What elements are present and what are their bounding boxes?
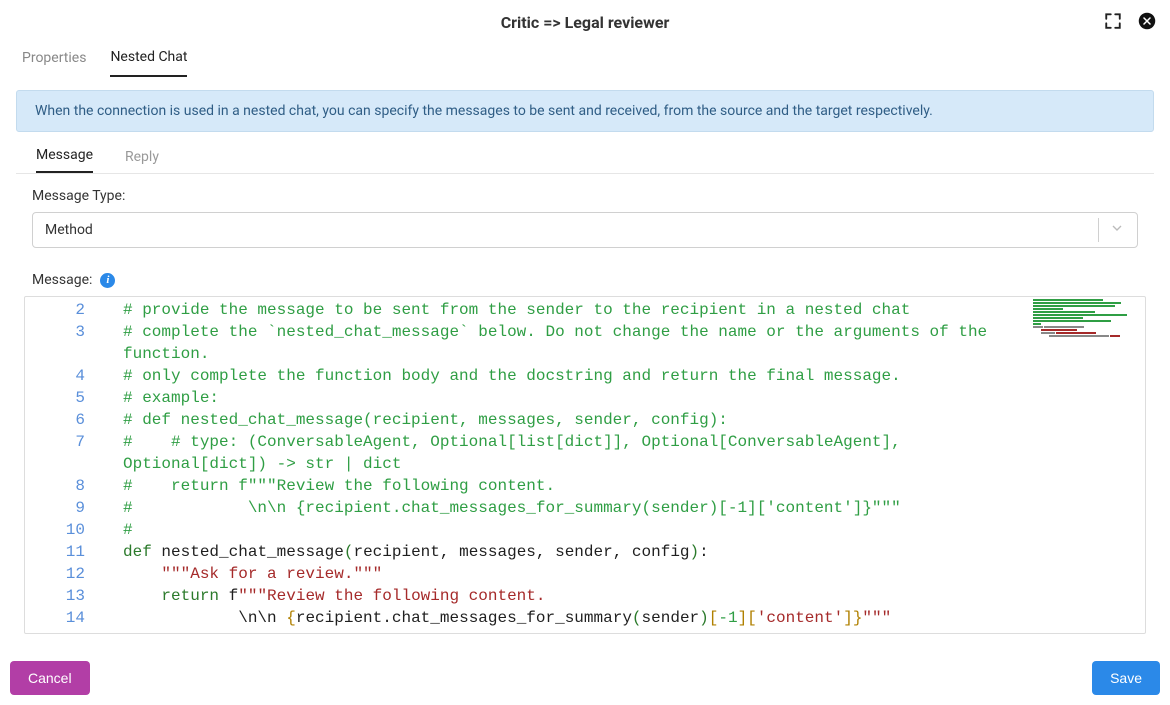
sub-tabs: Message Reply bbox=[16, 144, 1154, 174]
cancel-button[interactable]: Cancel bbox=[10, 661, 90, 695]
chevron-down-icon bbox=[1109, 220, 1125, 240]
message-label-row: Message: i bbox=[32, 272, 1148, 288]
header-controls bbox=[1104, 12, 1156, 30]
info-banner: When the connection is used in a nested … bbox=[16, 90, 1154, 132]
minimap[interactable] bbox=[1033, 299, 1141, 339]
message-type-select[interactable]: Method bbox=[32, 212, 1138, 248]
form-area: Message Type: Method Message: i bbox=[0, 174, 1170, 288]
subtab-reply[interactable]: Reply bbox=[117, 149, 167, 173]
fullscreen-icon[interactable] bbox=[1104, 12, 1122, 30]
close-icon[interactable] bbox=[1138, 12, 1156, 30]
select-divider bbox=[1098, 218, 1099, 242]
info-icon[interactable]: i bbox=[100, 273, 115, 288]
message-type-value: Method bbox=[45, 222, 1088, 238]
footer: Cancel Save bbox=[0, 650, 1170, 705]
line-gutter: 23 4567 891011121314 bbox=[25, 297, 103, 633]
message-type-label: Message Type: bbox=[32, 188, 1148, 204]
code-content[interactable]: # provide the message to be sent from th… bbox=[123, 299, 1027, 629]
modal-header: Critic => Legal reviewer bbox=[0, 0, 1170, 44]
top-tabs: Properties Nested Chat bbox=[0, 44, 1170, 76]
tab-properties[interactable]: Properties bbox=[22, 44, 86, 76]
tab-nested-chat[interactable]: Nested Chat bbox=[110, 43, 187, 77]
save-button[interactable]: Save bbox=[1092, 661, 1160, 695]
modal-title: Critic => Legal reviewer bbox=[501, 13, 670, 32]
code-editor[interactable]: 23 4567 891011121314 # provide the messa… bbox=[24, 296, 1146, 634]
message-label: Message: bbox=[32, 272, 92, 288]
subtab-message[interactable]: Message bbox=[36, 147, 93, 173]
